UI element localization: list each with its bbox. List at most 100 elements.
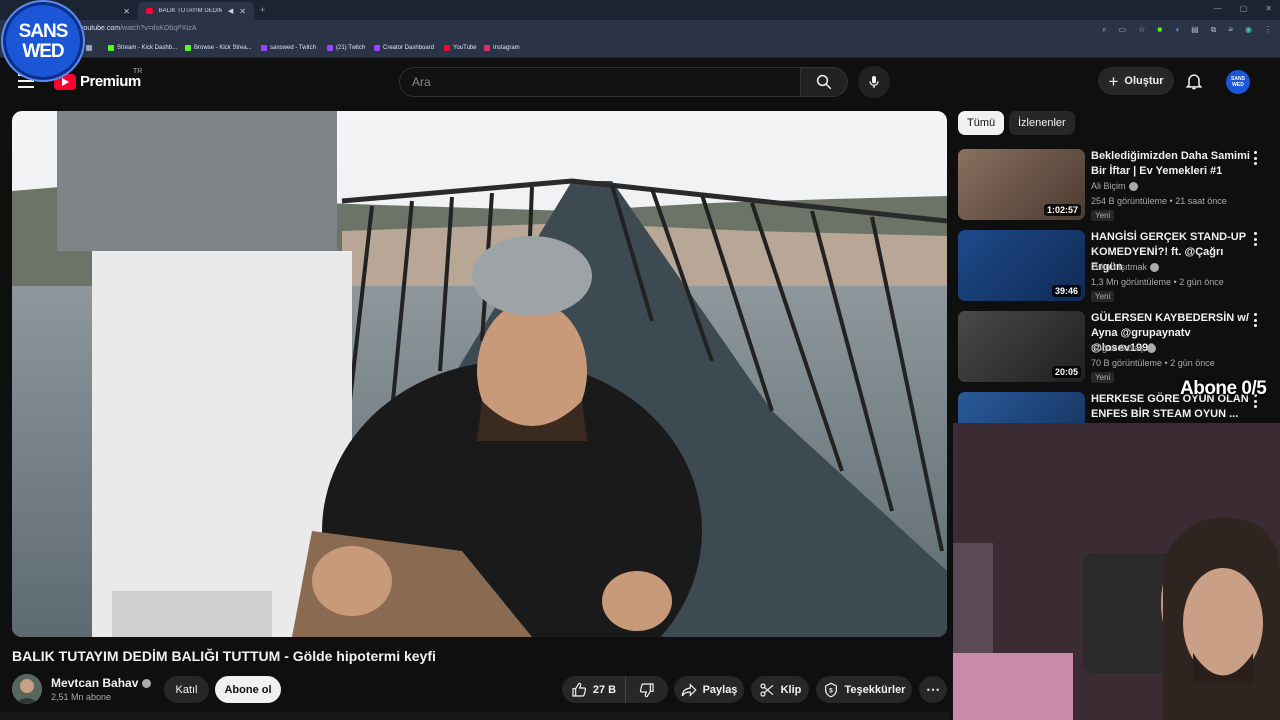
bell-icon <box>1185 74 1203 90</box>
thanks-button[interactable]: $ Teşekkürler <box>816 676 912 703</box>
notifications-button[interactable] <box>1184 70 1204 92</box>
kick-icon <box>108 45 114 51</box>
subscriber-count: 2,51 Mn abone <box>51 692 112 702</box>
speaker-icon[interactable]: ◀ <box>228 7 233 15</box>
thumbs-down-icon <box>639 682 654 697</box>
new-badge: Yeni <box>1091 210 1115 221</box>
rec-meta: 254 B görüntüleme • 21 saat önce <box>1091 196 1227 206</box>
scissors-icon <box>760 682 773 697</box>
extension-icon[interactable]: ■ <box>1157 25 1162 35</box>
clip-button[interactable]: Klip <box>751 676 809 703</box>
join-button[interactable]: Katıl <box>164 676 209 703</box>
duration-label: 1:02:57 <box>1043 204 1081 216</box>
brand-label: Premium <box>80 73 141 90</box>
voice-search-button[interactable] <box>858 66 890 98</box>
channel-name[interactable]: Mevtcan Bahav <box>51 676 152 690</box>
window-controls: — ▢ ✕ <box>1214 4 1272 13</box>
bookmark-kick-dashboard[interactable]: Stream - Kick Dashb... <box>108 45 177 51</box>
create-button[interactable]: + Oluştur <box>1098 67 1174 95</box>
profile-icon[interactable]: ◉ <box>1245 25 1252 35</box>
duration-label: 39:46 <box>1051 285 1081 297</box>
webcam-overlay <box>953 423 1280 720</box>
kebab-menu-icon[interactable] <box>1252 232 1258 246</box>
recommendation-item[interactable]: 1:02:57 Beklediğimizden Daha Samimi Bir … <box>958 149 1280 227</box>
bookmark-twitch[interactable]: (21) Twitch <box>327 45 365 51</box>
country-code: TR <box>133 68 143 75</box>
video-thumbnail[interactable]: 1:02:57 <box>958 149 1085 220</box>
video-player[interactable] <box>12 111 947 637</box>
thanks-label: Teşekkürler <box>844 683 906 696</box>
cast-icon[interactable]: ▭ <box>1119 25 1127 35</box>
new-badge: Yeni <box>1091 291 1115 302</box>
more-horizontal-icon: ⋯ <box>926 681 940 697</box>
rec-channel[interactable]: Orkun Işıtmak <box>1091 262 1160 272</box>
microphone-icon <box>869 76 879 88</box>
avatar-image <box>12 674 42 704</box>
youtube-icon <box>444 45 450 51</box>
share-button[interactable]: Paylaş <box>674 676 744 703</box>
browser-tab-active[interactable]: BALIK TUTAYIM DEDİM BALIĞ ◀ ✕ <box>138 2 254 20</box>
description-edge <box>0 712 950 720</box>
extension-icon[interactable]: ◑ <box>1174 25 1179 35</box>
minimize-icon[interactable]: — <box>1214 4 1222 13</box>
account-avatar[interactable]: SANS WED <box>1226 70 1250 94</box>
zoom-icon[interactable]: ⌕ <box>1102 25 1106 35</box>
video-title: BALIK TUTAYIM DEDİM BALIĞI TUTTUM - Göld… <box>12 648 436 664</box>
kebab-menu-icon[interactable] <box>1252 151 1258 165</box>
menu-icon[interactable]: ⋮ <box>1264 25 1272 35</box>
url-text[interactable]: youtube.com/watch?v=dsKObqPXtzA <box>80 25 197 32</box>
like-button[interactable]: 27 B <box>562 676 626 703</box>
super-thanks-icon: $ <box>824 682 837 697</box>
bookmark-twitch-sanswed[interactable]: sanswed - Twitch <box>261 45 316 51</box>
search-button[interactable] <box>800 67 848 97</box>
extension-icon[interactable]: ▤ <box>1191 25 1199 35</box>
maximize-icon[interactable]: ▢ <box>1240 4 1248 13</box>
share-label: Paylaş <box>702 683 738 696</box>
create-label: Oluştur <box>1124 75 1164 87</box>
youtube-premium-logo[interactable]: Premium TR <box>54 68 142 90</box>
close-icon[interactable]: ✕ <box>123 7 130 16</box>
chip-all[interactable]: Tümü <box>958 111 1005 135</box>
kebab-menu-icon[interactable] <box>1252 313 1258 327</box>
bookmark-star-icon[interactable]: ☆ <box>1138 25 1145 35</box>
recommendation-item[interactable]: 39:46 HANGİSİ GERÇEK STAND-UP KOMEDYENİ?… <box>958 230 1280 308</box>
search-box[interactable] <box>399 67 801 97</box>
duration-label: 20:05 <box>1051 366 1081 378</box>
extensions-puzzle-icon[interactable]: ⧉ <box>1211 25 1217 35</box>
dislike-button[interactable] <box>626 676 668 703</box>
video-frame <box>12 111 947 637</box>
twitch-icon <box>374 45 380 51</box>
instagram-icon <box>484 45 490 51</box>
bookmark-kick-browse[interactable]: Browse - Kick Strea... <box>185 45 252 51</box>
reading-list-icon[interactable]: ≡ <box>1228 25 1233 35</box>
subscribe-button[interactable]: Abone ol <box>215 676 281 703</box>
streamer-logo: SANS WED <box>3 2 83 80</box>
video-thumbnail[interactable]: 39:46 <box>958 230 1085 301</box>
youtube-header: Premium TR + Oluştur SANS WED <box>0 60 1280 104</box>
twitch-icon <box>261 45 267 51</box>
screen: ✕ BALIK TUTAYIM DEDİM BALIĞ ◀ ✕ + — ▢ ✕ … <box>0 0 1280 720</box>
twitch-icon <box>327 45 333 51</box>
close-window-icon[interactable]: ✕ <box>1265 4 1272 13</box>
bookmark-instagram[interactable]: Instagram <box>484 45 520 51</box>
rec-title[interactable]: Beklediğimizden Daha Samimi Bir İftar | … <box>1091 149 1251 179</box>
channel-avatar[interactable] <box>12 674 42 704</box>
share-arrow-icon <box>681 682 697 697</box>
chip-watched[interactable]: İzlenenler <box>1009 111 1075 135</box>
new-tab-icon[interactable]: + <box>260 5 265 15</box>
rec-channel[interactable]: Ali Biçim <box>1091 181 1138 191</box>
search-input[interactable] <box>412 75 800 89</box>
bookmark-item[interactable] <box>86 45 92 51</box>
bookmark-creator-dashboard[interactable]: Creator Dashboard <box>374 45 434 51</box>
search-icon <box>816 74 832 90</box>
rec-meta: 1,3 Mn görüntüleme • 2 gün önce <box>1091 277 1224 287</box>
webcam-frame <box>953 423 1280 720</box>
rec-channel[interactable]: Soğuk Savaş <box>1091 343 1157 353</box>
address-bar[interactable]: youtube.com/watch?v=dsKObqPXtzA ⌕ ▭ ☆ ■ … <box>0 20 1280 42</box>
browser-tab[interactable]: ✕ <box>80 2 138 20</box>
bookmark-youtube[interactable]: YouTube <box>444 45 477 51</box>
verified-icon <box>1147 343 1157 353</box>
video-thumbnail[interactable]: 20:05 <box>958 311 1085 382</box>
more-actions-button[interactable]: ⋯ <box>919 676 947 703</box>
close-icon[interactable]: ✕ <box>239 7 246 16</box>
